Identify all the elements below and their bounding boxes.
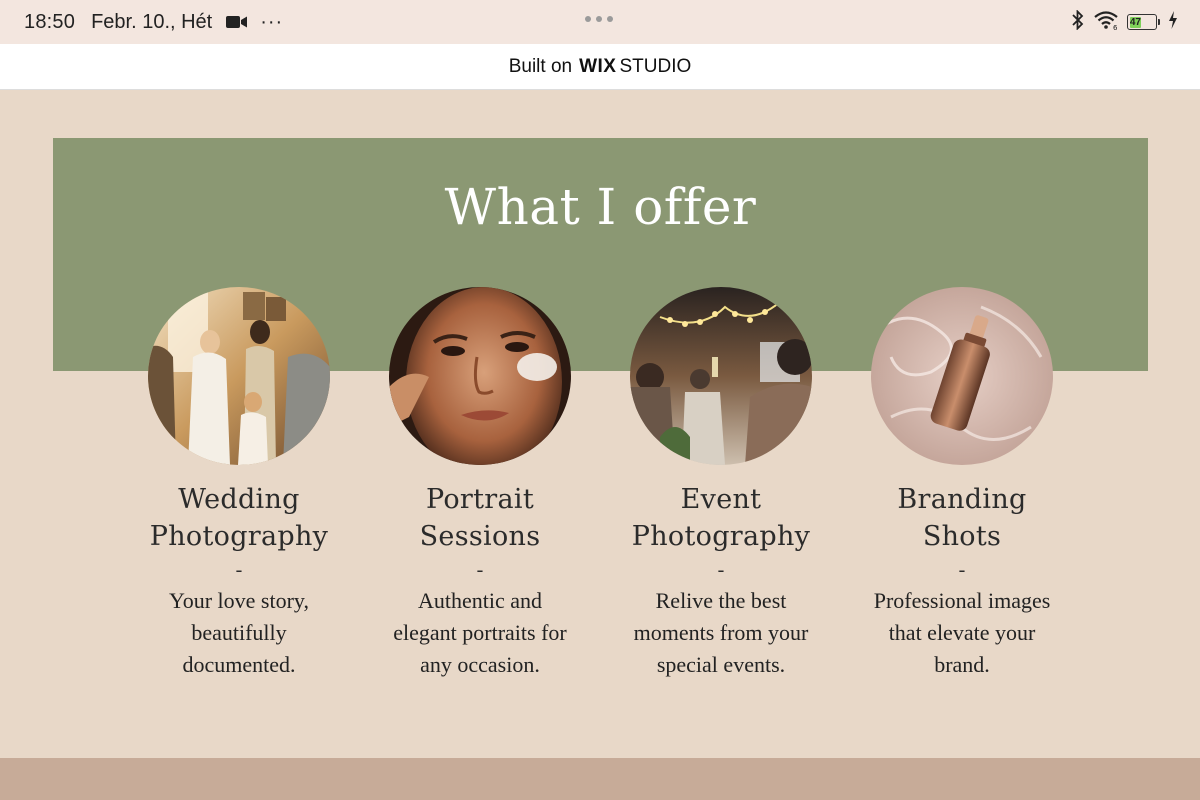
studio-logo: STUDIO <box>619 55 692 77</box>
service-description-line: moments from your <box>633 620 809 645</box>
service-divider: - <box>235 559 243 581</box>
service-description-line: elegant portraits for <box>393 620 567 645</box>
service-description-line: any occasion. <box>420 652 540 677</box>
branding-photo <box>871 287 1053 465</box>
date: Febr. 10., Hét <box>91 10 213 33</box>
charging-icon <box>1168 10 1178 34</box>
service-title: Event Photography <box>621 481 821 555</box>
service-title-line: Photography <box>149 521 329 552</box>
service-description: Authentic and elegant portraits for any … <box>380 585 580 681</box>
service-title-line: Wedding <box>178 484 300 515</box>
service-description-line: documented. <box>182 652 296 677</box>
service-title-line: Portrait <box>426 484 534 515</box>
status-bar: 18:50 Febr. 10., Hét ··· 6 47 <box>0 0 1200 44</box>
wifi-icon: 6 <box>1093 10 1119 35</box>
event-photo <box>630 287 812 465</box>
wix-studio-banner[interactable]: Built on WIX STUDIO <box>0 44 1200 90</box>
banner-prefix: Built on <box>508 55 573 77</box>
service-description: Your love story, beautifully documented. <box>139 585 339 681</box>
service-card-portrait: Portrait Sessions - Authentic and elegan… <box>380 287 580 681</box>
service-description-line: that elevate your <box>888 620 1036 645</box>
service-description: Relive the best moments from your specia… <box>621 585 821 681</box>
wix-logo: WIX <box>579 55 617 77</box>
service-divider: - <box>717 559 725 581</box>
service-card-event: Event Photography - Relive the best mome… <box>621 287 821 681</box>
service-title: Portrait Sessions <box>380 481 580 555</box>
service-title-line: Sessions <box>419 521 541 552</box>
video-camera-icon <box>226 15 248 29</box>
service-divider: - <box>476 559 484 581</box>
footer-band <box>0 758 1200 800</box>
battery-level: 47 <box>1129 16 1142 28</box>
wedding-photo <box>148 287 330 465</box>
clock: 18:50 <box>24 10 76 33</box>
battery-icon: 47 <box>1127 14 1160 30</box>
portrait-photo <box>389 287 571 465</box>
more-icon[interactable]: ··· <box>260 11 283 34</box>
service-title-line: Branding <box>897 484 1027 515</box>
service-description-line: Professional images <box>873 588 1051 613</box>
service-title: Wedding Photography <box>139 481 339 555</box>
status-bar-right: 6 47 <box>1071 8 1178 35</box>
service-description-line: Authentic and <box>417 588 543 613</box>
service-description-line: brand. <box>934 652 990 677</box>
service-description: Professional images that elevate your br… <box>862 585 1062 681</box>
service-description-line: Your love story, <box>169 588 309 613</box>
service-description-line: beautifully <box>191 620 287 645</box>
section-title: What I offer <box>444 178 757 236</box>
svg-text:6: 6 <box>1113 24 1118 30</box>
status-bar-left: 18:50 Febr. 10., Hét ··· <box>24 11 283 34</box>
service-divider: - <box>958 559 966 581</box>
service-title-line: Photography <box>631 521 811 552</box>
service-description-line: special events. <box>656 652 786 677</box>
multitask-dots-icon[interactable] <box>585 16 613 22</box>
service-card-wedding: Wedding Photography - Your love story, b… <box>139 287 339 681</box>
service-title: Branding Shots <box>862 481 1062 555</box>
bluetooth-icon <box>1071 8 1085 35</box>
service-description-line: Relive the best <box>655 588 787 613</box>
service-card-branding: Branding Shots - Professional images tha… <box>862 287 1062 681</box>
service-title-line: Shots <box>922 521 1002 552</box>
service-title-line: Event <box>680 484 762 515</box>
